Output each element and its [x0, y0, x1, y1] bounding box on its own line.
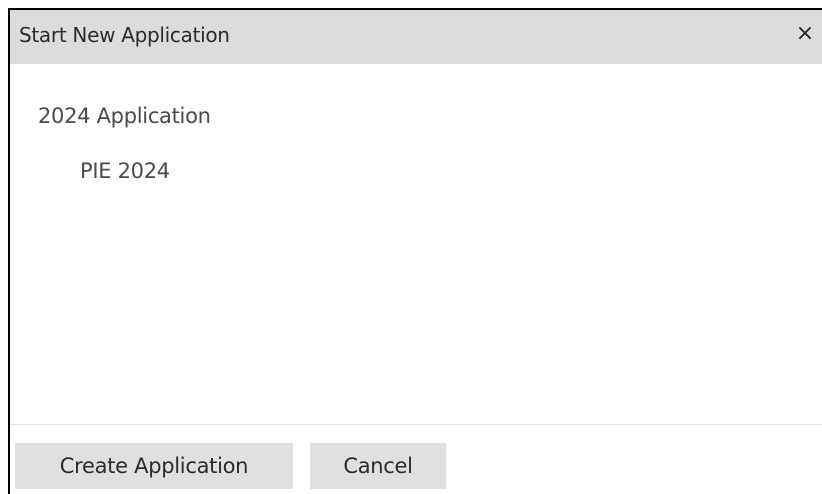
dialog-body: 2024 Application PIE 2024	[10, 64, 822, 424]
close-icon[interactable]: ×	[794, 21, 816, 47]
create-application-button[interactable]: Create Application	[15, 443, 293, 489]
dialog-titlebar: Start New Application ×	[10, 10, 822, 64]
cancel-button[interactable]: Cancel	[310, 443, 446, 489]
tree-item-2024-application[interactable]: 2024 Application	[38, 104, 211, 128]
start-new-application-dialog: Start New Application × 2024 Application…	[8, 8, 822, 494]
tree-item-pie-2024[interactable]: PIE 2024	[80, 159, 170, 183]
dialog-footer: Create Application Cancel	[10, 424, 822, 494]
dialog-title: Start New Application	[19, 23, 230, 47]
